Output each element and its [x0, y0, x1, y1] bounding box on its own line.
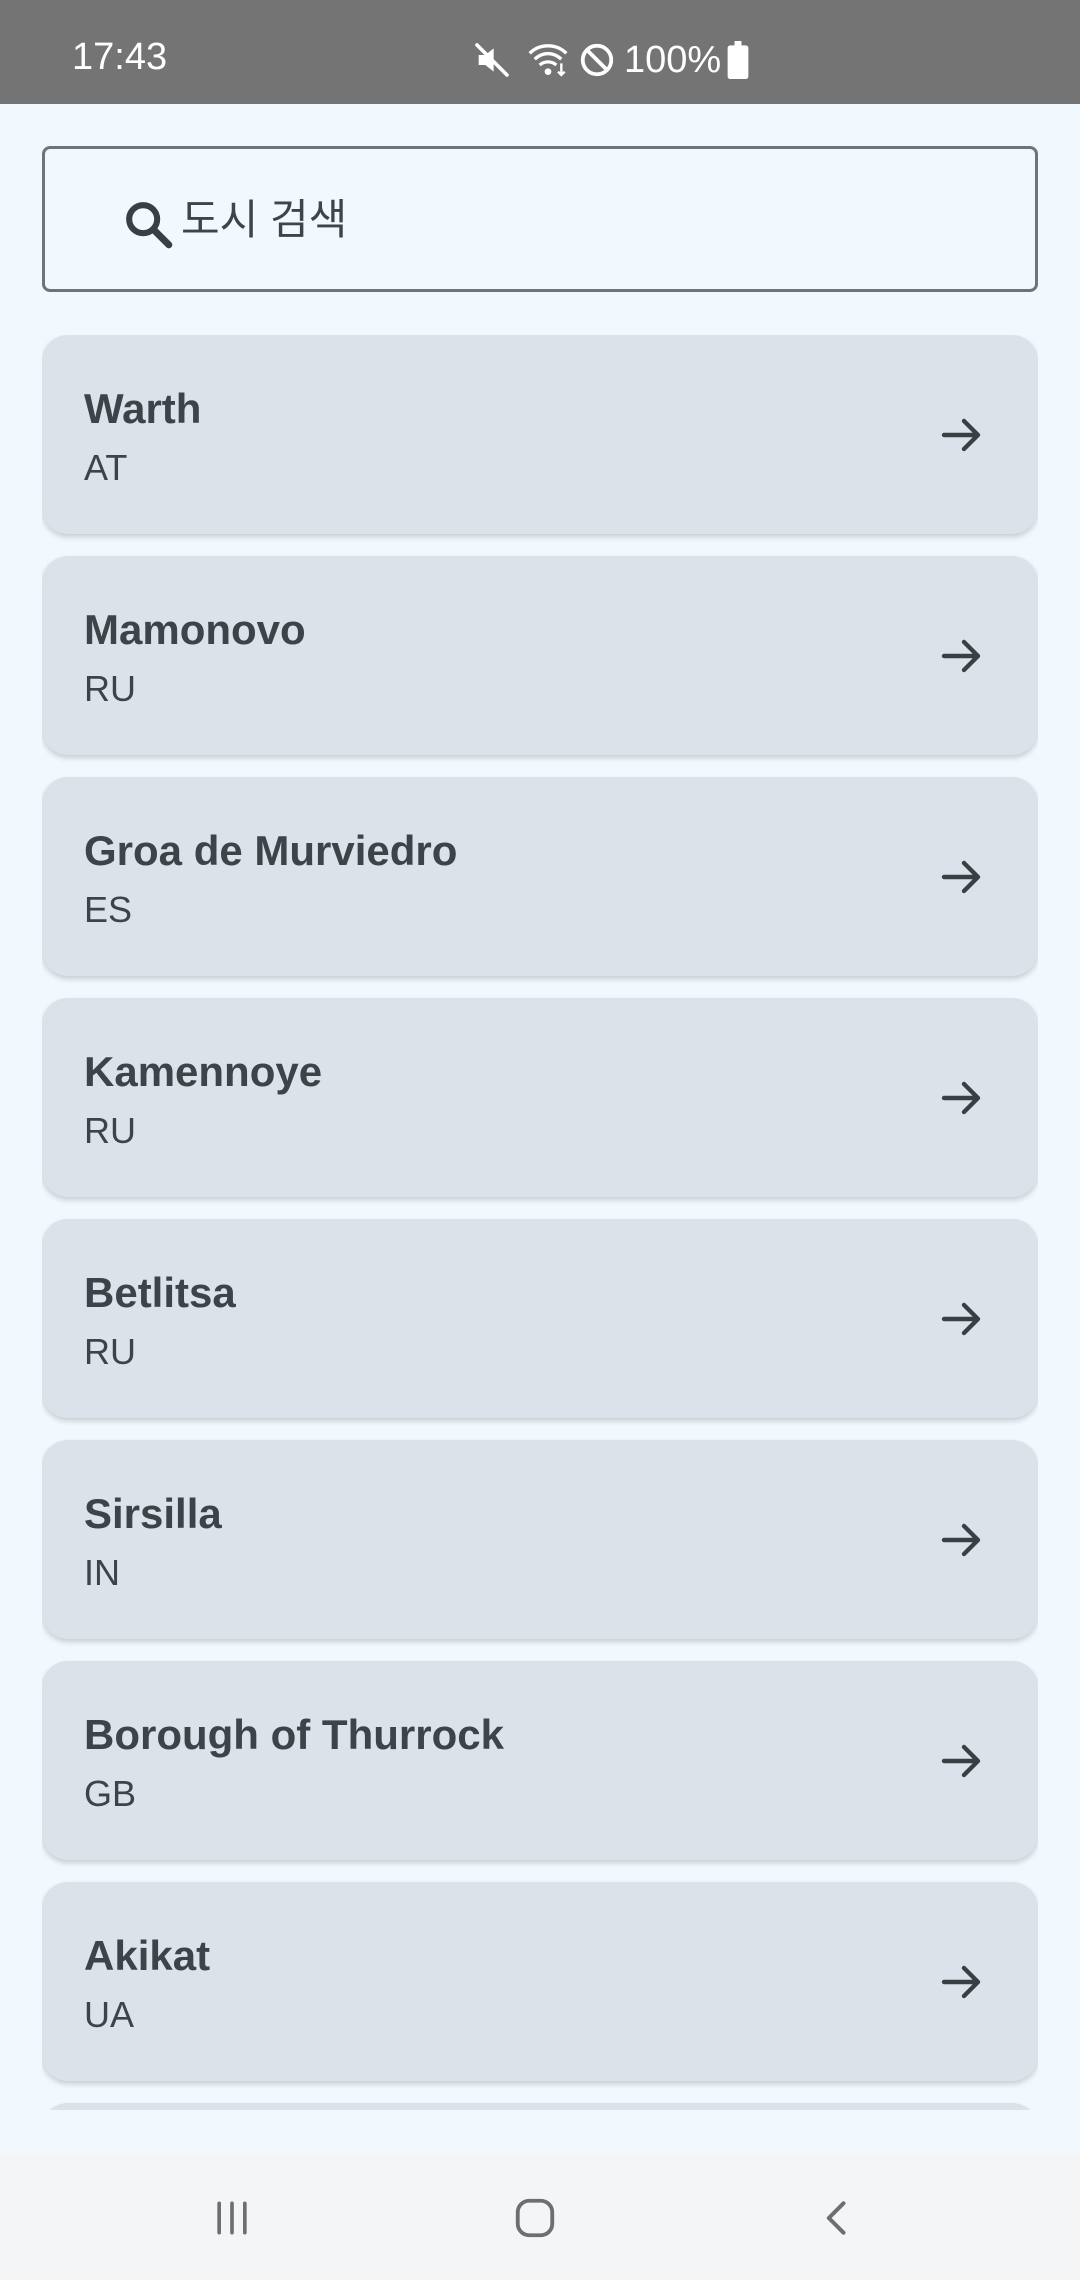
city-card[interactable]: Mamonovo RU: [42, 556, 1038, 755]
arrow-right-icon: [938, 1516, 986, 1564]
city-name: Mamonovo: [84, 606, 306, 653]
arrow-right-icon: [938, 411, 986, 459]
arrow-right-icon: [938, 1958, 986, 2006]
city-card[interactable]: Sirsilla IN: [42, 1440, 1038, 1639]
city-country: AT: [84, 447, 128, 488]
battery-percent: 100%: [624, 39, 722, 81]
arrow-right-icon: [938, 1295, 986, 1343]
city-card[interactable]: Groa de Murviedro ES: [42, 777, 1038, 976]
city-card-partial[interactable]: [42, 2103, 1038, 2110]
navigation-bar: [0, 2154, 1080, 2280]
arrow-right-icon: [938, 853, 986, 901]
city-card[interactable]: Betlitsa RU: [42, 1219, 1038, 1418]
recent-apps-icon[interactable]: [202, 2188, 262, 2248]
arrow-right-icon: [938, 1737, 986, 1785]
status-icons: 100%: [472, 40, 749, 80]
city-name: Akikat: [84, 1932, 211, 1979]
search-icon: [121, 197, 177, 253]
screen: 17:43 100% 도시 검색 Warth AT Mamonovo RU Gr…: [0, 0, 1080, 2280]
city-name: Kamennoye: [84, 1048, 323, 1095]
back-icon[interactable]: [808, 2188, 868, 2248]
city-card[interactable]: Warth AT: [42, 335, 1038, 534]
city-card[interactable]: Borough of Thurrock GB: [42, 1661, 1038, 1860]
mute-icon: [472, 40, 512, 80]
city-country: ES: [84, 889, 133, 930]
battery-icon: [727, 41, 749, 79]
city-country: RU: [84, 1331, 136, 1372]
arrow-right-icon: [938, 1074, 986, 1122]
city-name: Groa de Murviedro: [84, 827, 458, 874]
city-country: IN: [84, 1552, 120, 1593]
arrow-right-icon: [938, 632, 986, 680]
city-country: UA: [84, 1994, 135, 2035]
status-bar: 17:43 100%: [0, 0, 1080, 104]
do-not-disturb-icon: [578, 41, 616, 79]
city-card[interactable]: Kamennoye RU: [42, 998, 1038, 1197]
home-icon[interactable]: [505, 2188, 565, 2248]
city-country: GB: [84, 1773, 137, 1814]
status-time: 17:43: [72, 36, 168, 78]
city-name: Warth: [84, 385, 202, 432]
city-name: Betlitsa: [84, 1269, 236, 1316]
search-input[interactable]: [181, 185, 1001, 255]
city-country: RU: [84, 1110, 136, 1151]
city-country: RU: [84, 668, 136, 709]
city-card[interactable]: Akikat UA: [42, 1882, 1038, 2081]
city-list: Warth AT Mamonovo RU Groa de Murviedro E…: [42, 335, 1038, 2110]
search-box[interactable]: [42, 146, 1038, 292]
wifi-icon: [526, 40, 570, 80]
city-name: Sirsilla: [84, 1490, 222, 1537]
city-name: Borough of Thurrock: [84, 1711, 504, 1758]
